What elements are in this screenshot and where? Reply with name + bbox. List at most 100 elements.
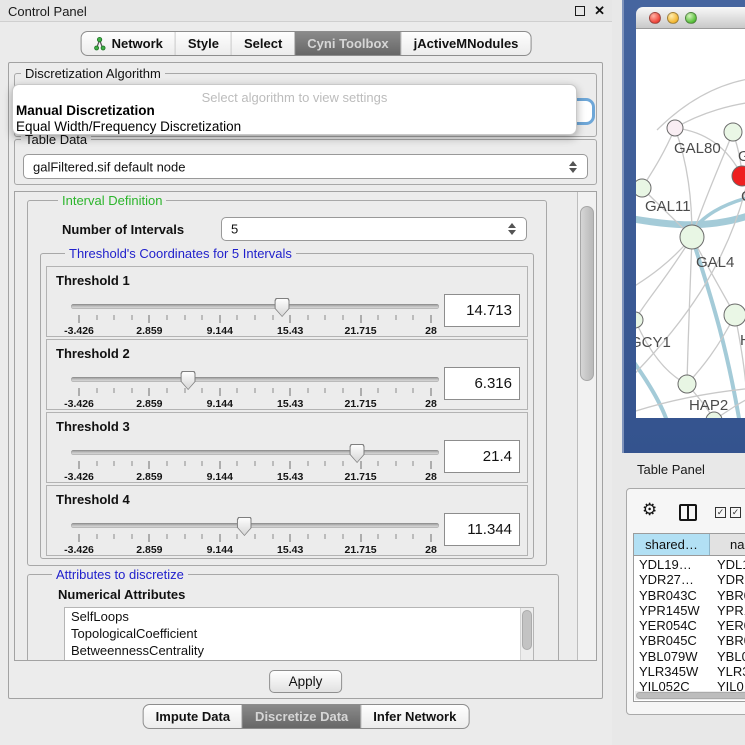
attribute-item-betweennesscentrality[interactable]: BetweennessCentrality — [65, 642, 533, 659]
cell-shared-name[interactable]: YDR27… — [634, 572, 710, 587]
zoom-traffic-light-icon[interactable] — [685, 12, 697, 24]
tab-infer-network[interactable]: Infer Network — [360, 705, 468, 728]
cell-name[interactable]: YER0 — [710, 618, 745, 633]
tick-mark — [343, 461, 344, 466]
table-row[interactable]: YIL052CYIL0 — [634, 679, 745, 691]
threshold-module: Threshold 3-3.4262.8599.14415.4321.71528… — [46, 412, 528, 483]
numerical-attributes-list[interactable]: SelfLoopsTopologicalCoefficientBetweenne… — [64, 607, 534, 660]
tick-mark — [114, 388, 115, 393]
close-traffic-light-icon[interactable] — [649, 12, 661, 24]
scrollbar-thumb[interactable] — [522, 610, 532, 650]
cell-name[interactable]: YDR2 — [710, 572, 745, 587]
tab-label: Cyni Toolbox — [307, 36, 388, 51]
network-edge[interactable] — [642, 128, 675, 188]
cell-shared-name[interactable]: YBR045C — [634, 633, 710, 648]
tick-label: -3.426 — [64, 544, 94, 556]
threshold-slider[interactable]: -3.4262.8599.14415.4321.71528 — [71, 518, 439, 556]
apply-button[interactable]: Apply — [269, 670, 343, 693]
network-node[interactable] — [667, 120, 683, 136]
tab-style[interactable]: Style — [175, 32, 231, 55]
network-window-titlebar[interactable] — [636, 7, 745, 29]
network-canvas[interactable]: GAL80GCGAL11GAL4GCY1HHAP2 — [636, 29, 745, 418]
network-node[interactable] — [678, 375, 696, 393]
network-node[interactable] — [732, 166, 745, 186]
tab-discretize-data[interactable]: Discretize Data — [242, 705, 360, 728]
attribute-item-selfloops[interactable]: SelfLoops — [65, 608, 533, 625]
network-node[interactable] — [636, 312, 643, 328]
tab-jactivemnodules[interactable]: jActiveMNodules — [401, 32, 531, 55]
tick-mark — [79, 388, 80, 396]
float-window-icon[interactable] — [575, 6, 585, 16]
columns-icon[interactable] — [679, 504, 697, 521]
threshold-label: Threshold 1 — [56, 273, 130, 288]
column-header-name[interactable]: na — [710, 534, 745, 555]
table-row[interactable]: YBL079WYBL0 — [634, 649, 745, 664]
table-row[interactable]: YDL19…YDL1 — [634, 557, 745, 572]
cell-shared-name[interactable]: YPR145W — [634, 603, 710, 618]
threshold-slider[interactable]: -3.4262.8599.14415.4321.71528 — [71, 372, 439, 410]
close-icon[interactable]: ✕ — [594, 3, 605, 19]
cell-shared-name[interactable]: YBL079W — [634, 649, 710, 664]
number-of-intervals-select[interactable]: 5 — [221, 217, 527, 241]
table-row[interactable]: YER054CYER0 — [634, 618, 745, 633]
tab-select[interactable]: Select — [231, 32, 294, 55]
checkbox-filter-icon[interactable]: ✓ — [730, 507, 741, 518]
cell-shared-name[interactable]: YER054C — [634, 618, 710, 633]
threshold-value-field[interactable]: 6.316 — [444, 367, 520, 400]
network-node[interactable] — [724, 304, 745, 326]
cell-name[interactable]: YLR3 — [710, 664, 745, 679]
minimize-traffic-light-icon[interactable] — [667, 12, 679, 24]
cell-name[interactable]: YIL0 — [710, 679, 745, 691]
attribute-item-topologicalcoefficient[interactable]: TopologicalCoefficient — [65, 625, 533, 642]
checkbox-filter-icon[interactable]: ✓ — [715, 507, 726, 518]
cell-name[interactable]: YBR0 — [710, 633, 745, 648]
tick-mark — [202, 461, 203, 466]
cell-shared-name[interactable]: YLR345W — [634, 664, 710, 679]
table-row[interactable]: YPR145WYPR1 — [634, 603, 745, 618]
popup-item-equal-width-frequency-discretization[interactable]: Equal Width/Frequency Discretization — [16, 119, 241, 134]
network-edge[interactable] — [687, 315, 735, 384]
settings-scrollbar[interactable] — [578, 192, 596, 660]
threshold-value-field[interactable]: 21.4 — [444, 440, 520, 473]
network-node[interactable] — [724, 123, 742, 141]
table-row[interactable]: YDR27…YDR2 — [634, 572, 745, 587]
column-header-shared-name[interactable]: shared… — [634, 534, 710, 555]
tab-cyni-toolbox[interactable]: Cyni Toolbox — [294, 32, 400, 55]
table-row[interactable]: YBR043CYBR0 — [634, 588, 745, 603]
network-node[interactable] — [680, 225, 704, 249]
cell-name[interactable]: YDL1 — [710, 557, 745, 572]
table-data-select[interactable]: galFiltered.sif default node — [23, 154, 588, 179]
threshold-slider[interactable]: -3.4262.8599.14415.4321.71528 — [71, 299, 439, 337]
threshold-module: Threshold 4-3.4262.8599.14415.4321.71528… — [46, 485, 528, 556]
threshold-value-field[interactable]: 14.713 — [444, 294, 520, 327]
network-edge[interactable] — [636, 214, 745, 225]
network-edge[interactable] — [636, 237, 692, 300]
table-row[interactable]: YLR345WYLR3 — [634, 664, 745, 679]
cell-shared-name[interactable]: YIL052C — [634, 679, 710, 691]
cell-shared-name[interactable]: YDL19… — [634, 557, 710, 572]
cell-shared-name[interactable]: YBR043C — [634, 588, 710, 603]
table-body: YDL19…YDL1YDR27…YDR2YBR043CYBR0YPR145WYP… — [634, 557, 745, 691]
tick-mark — [360, 315, 361, 323]
scrollbar-thumb[interactable] — [580, 206, 594, 381]
attribute-list-scrollbar[interactable] — [520, 608, 533, 660]
table-horizontal-scrollbar[interactable] — [635, 691, 745, 700]
popup-item-manual-discretization[interactable]: Manual Discretization — [16, 103, 155, 118]
scrollbar-thumb[interactable] — [636, 692, 745, 699]
tab-network[interactable]: Network — [82, 32, 175, 55]
tab-impute-data[interactable]: Impute Data — [144, 705, 242, 728]
table-row[interactable]: YBR045CYBR0 — [634, 633, 745, 648]
threshold-slider[interactable]: -3.4262.8599.14415.4321.71528 — [71, 445, 439, 483]
network-edge[interactable] — [636, 237, 692, 320]
tick-mark — [96, 388, 97, 393]
cell-name[interactable]: YBL0 — [710, 649, 745, 664]
tab-label: jActiveMNodules — [414, 36, 519, 51]
cell-name[interactable]: YPR1 — [710, 603, 745, 618]
network-node[interactable] — [636, 179, 651, 197]
tick-mark — [149, 534, 150, 542]
gear-icon[interactable]: ⚙ — [642, 501, 657, 518]
network-edge[interactable] — [735, 315, 745, 400]
slider-tick-labels: -3.4262.8599.14415.4321.71528 — [79, 325, 431, 337]
cell-name[interactable]: YBR0 — [710, 588, 745, 603]
threshold-value-field[interactable]: 11.344 — [444, 513, 520, 546]
